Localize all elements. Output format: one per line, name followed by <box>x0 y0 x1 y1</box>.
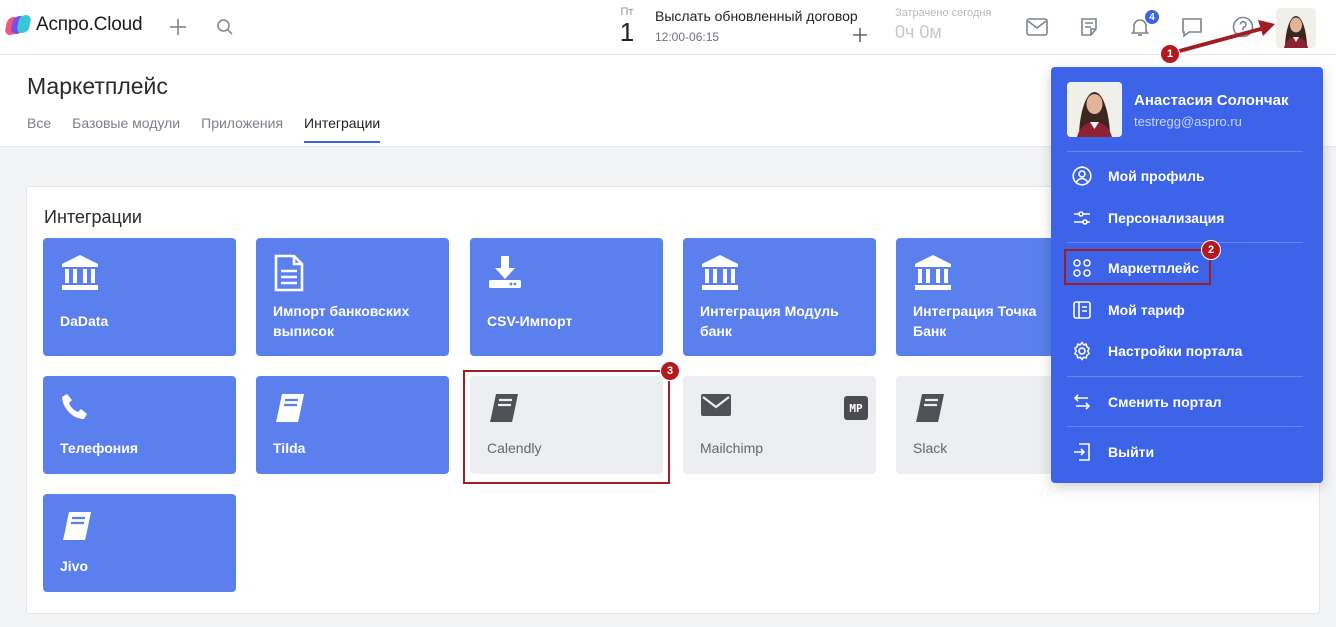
annotation-marker-1: 1 <box>1160 44 1180 64</box>
annotation-arrow <box>1171 20 1275 55</box>
annotation-marker-3: 3 <box>660 361 680 381</box>
annotation-marker-2: 2 <box>1201 240 1221 260</box>
